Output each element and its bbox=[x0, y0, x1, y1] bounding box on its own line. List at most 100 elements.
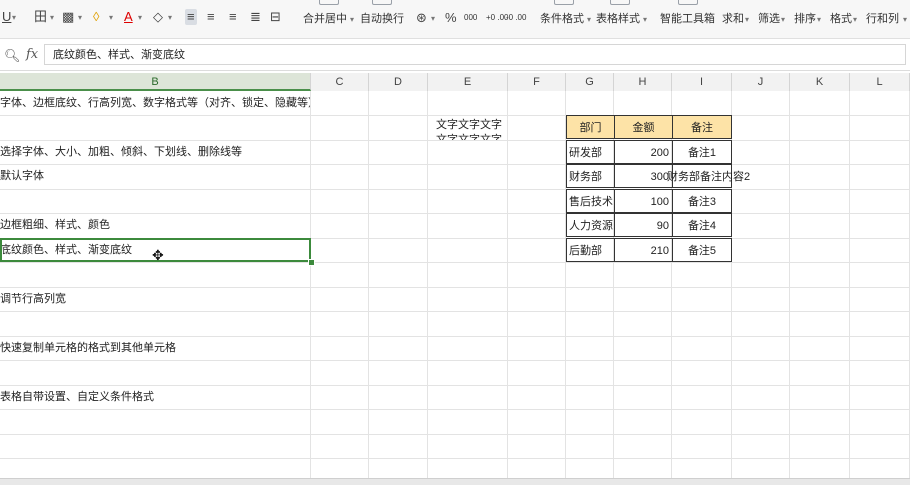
fx-icon[interactable]: fx bbox=[26, 47, 38, 62]
fill-color-dropdown-icon[interactable]: ▾ bbox=[108, 9, 113, 25]
currency-format-icon[interactable]: ⊛ bbox=[416, 10, 427, 26]
grid-line bbox=[0, 434, 910, 435]
smart-toolbox-icon bbox=[678, 0, 698, 5]
row-col-dropdown-icon[interactable]: ▾ bbox=[902, 11, 907, 27]
table-header-note[interactable]: 备注 bbox=[672, 115, 732, 139]
sum-dropdown-icon[interactable]: ▾ bbox=[744, 11, 749, 27]
wrap-text-label: 自动换行 bbox=[360, 13, 404, 25]
cell-b6[interactable]: 边框粗细、样式、颜色 bbox=[0, 213, 310, 237]
table-header-dept[interactable]: 部门 bbox=[566, 115, 615, 139]
align-left-icon[interactable]: ≡ bbox=[185, 9, 197, 25]
cell-b1[interactable]: 字体、边框底纹、行高列宽、数字格式等（对齐、锁定、隐藏等） bbox=[0, 91, 310, 115]
thousands-separator-button[interactable]: 000 bbox=[464, 10, 477, 26]
table-cell-note[interactable]: 备注3 bbox=[672, 189, 732, 213]
row-col-button[interactable]: 行和列 ▾ bbox=[866, 0, 910, 36]
table-cell-amount[interactable]: 100 bbox=[614, 189, 673, 213]
wrap-text-button[interactable]: 自动换行 bbox=[360, 0, 404, 36]
merge-center-icon bbox=[319, 0, 339, 5]
clear-format-button[interactable]: ◇ bbox=[153, 9, 163, 25]
sort-button[interactable]: 排序 ▾ bbox=[794, 0, 824, 36]
table-cell-amount[interactable]: 210 bbox=[614, 238, 673, 262]
table-cell-amount[interactable]: 300 bbox=[614, 164, 673, 188]
fill-pattern-button[interactable]: ▩ bbox=[62, 9, 74, 25]
format-button[interactable]: 格式 ▾ bbox=[830, 0, 860, 36]
table-style-button[interactable]: 表格样式 ▾ bbox=[596, 0, 647, 36]
filter-button[interactable]: 筛选 ▾ bbox=[758, 0, 788, 36]
table-cell-dept[interactable]: 人力资源 bbox=[566, 213, 615, 237]
table-cell-note[interactable]: 备注5 bbox=[672, 238, 732, 262]
currency-dropdown-icon[interactable]: ▾ bbox=[430, 10, 435, 26]
decrease-decimal-button[interactable]: -0 .00 bbox=[506, 10, 526, 26]
cell-b9[interactable]: 调节行高列宽 bbox=[0, 287, 310, 311]
sort-dropdown-icon[interactable]: ▾ bbox=[816, 11, 821, 27]
cell-b4[interactable]: 默认字体 bbox=[0, 164, 310, 188]
cell-cursor-icon: ✥ bbox=[152, 247, 164, 263]
borders-dropdown-icon[interactable]: ▾ bbox=[49, 9, 54, 25]
format-dropdown-icon[interactable]: ▾ bbox=[852, 11, 857, 27]
column-header-k[interactable]: K bbox=[790, 73, 850, 91]
fill-pattern-dropdown-icon[interactable]: ▾ bbox=[77, 9, 82, 25]
grid-line bbox=[368, 91, 369, 478]
column-header-b[interactable]: B bbox=[0, 73, 311, 91]
borders-button[interactable]: 田 bbox=[34, 9, 47, 25]
wrap-text-icon bbox=[372, 0, 392, 5]
clear-format-dropdown-icon[interactable]: ▾ bbox=[167, 9, 172, 25]
formula-input[interactable]: 底纹颜色、样式、渐变底纹 bbox=[44, 44, 906, 65]
underline-dropdown-icon[interactable]: ▾ bbox=[11, 9, 16, 25]
column-header-g[interactable]: G bbox=[566, 73, 614, 91]
column-header-j[interactable]: J bbox=[732, 73, 790, 91]
fill-handle[interactable] bbox=[308, 259, 315, 266]
filter-label: 筛选 bbox=[758, 13, 780, 25]
column-header-l[interactable]: L bbox=[850, 73, 910, 91]
percent-button[interactable]: % bbox=[445, 10, 457, 26]
font-color-dropdown-icon[interactable]: ▾ bbox=[137, 9, 142, 25]
align-center-icon[interactable]: ≡ bbox=[207, 9, 215, 25]
sort-label: 排序 bbox=[794, 13, 816, 25]
sum-button[interactable]: 求和 ▾ bbox=[722, 0, 752, 36]
table-cell-note[interactable]: 备注1 bbox=[672, 140, 732, 164]
zoom-search-icon[interactable]: 🔍︎ bbox=[4, 48, 21, 64]
table-cell-amount[interactable]: 200 bbox=[614, 140, 673, 164]
table-cell-dept[interactable]: 售后技术 bbox=[566, 189, 615, 213]
table-cell-amount[interactable]: 90 bbox=[614, 213, 673, 237]
column-header-d[interactable]: D bbox=[369, 73, 428, 91]
justify-icon[interactable]: ≣ bbox=[250, 9, 261, 25]
table-cell-note[interactable]: 财务部备注内容2 bbox=[667, 164, 750, 188]
grid-line bbox=[0, 262, 910, 263]
column-header-c[interactable]: C bbox=[311, 73, 369, 91]
cell-b11[interactable]: 快速复制单元格的格式到其他单元格 bbox=[0, 336, 310, 360]
table-cell-dept[interactable]: 后勤部 bbox=[566, 238, 615, 262]
table-cell-dept[interactable]: 研发部 bbox=[566, 140, 615, 164]
table-cell-note-text: 财务部备注内容2 bbox=[667, 171, 751, 183]
column-header-e[interactable]: E bbox=[428, 73, 508, 91]
column-header-f[interactable]: F bbox=[508, 73, 566, 91]
conditional-format-button[interactable]: 条件格式 ▾ bbox=[540, 0, 591, 36]
table-cell-dept[interactable]: 财务部 bbox=[566, 164, 615, 188]
table-style-dropdown-icon[interactable]: ▾ bbox=[642, 11, 647, 27]
column-header-h[interactable]: H bbox=[614, 73, 672, 91]
merge-center-label: 合并居中 bbox=[303, 13, 347, 25]
conditional-format-dropdown-icon[interactable]: ▾ bbox=[586, 11, 591, 27]
spreadsheet-grid[interactable]: 字体、边框底纹、行高列宽、数字格式等（对齐、锁定、隐藏等） 选择字体、大小、加粗… bbox=[0, 91, 910, 478]
column-header-i[interactable]: I bbox=[672, 73, 732, 91]
grid-line bbox=[507, 91, 508, 478]
grid-line bbox=[427, 91, 428, 478]
sum-label: 求和 bbox=[722, 13, 744, 25]
table-cell-note[interactable]: 备注4 bbox=[672, 213, 732, 237]
table-style-icon bbox=[610, 0, 630, 5]
font-color-button[interactable]: A bbox=[124, 9, 133, 25]
smart-toolbox-button[interactable]: 智能工具箱 bbox=[660, 0, 716, 36]
grid-line bbox=[0, 409, 910, 410]
underline-button[interactable]: U bbox=[2, 9, 11, 25]
cell-b13[interactable]: 表格自带设置、自定义条件格式 bbox=[0, 385, 310, 409]
grid-line bbox=[0, 458, 910, 459]
table-header-amount[interactable]: 金额 bbox=[614, 115, 673, 139]
distributed-align-icon[interactable]: ⊟ bbox=[270, 9, 281, 25]
merge-center-button[interactable]: 合并居中 ▾ bbox=[303, 0, 354, 36]
merge-dropdown-icon[interactable]: ▾ bbox=[349, 11, 354, 27]
align-right-icon[interactable]: ≡ bbox=[229, 9, 237, 25]
fill-color-button[interactable]: ◊ bbox=[93, 9, 99, 25]
cell-b3[interactable]: 选择字体、大小、加粗、倾斜、下划线、删除线等 bbox=[0, 140, 310, 164]
smart-toolbox-label: 智能工具箱 bbox=[660, 13, 715, 25]
filter-dropdown-icon[interactable]: ▾ bbox=[780, 11, 785, 27]
